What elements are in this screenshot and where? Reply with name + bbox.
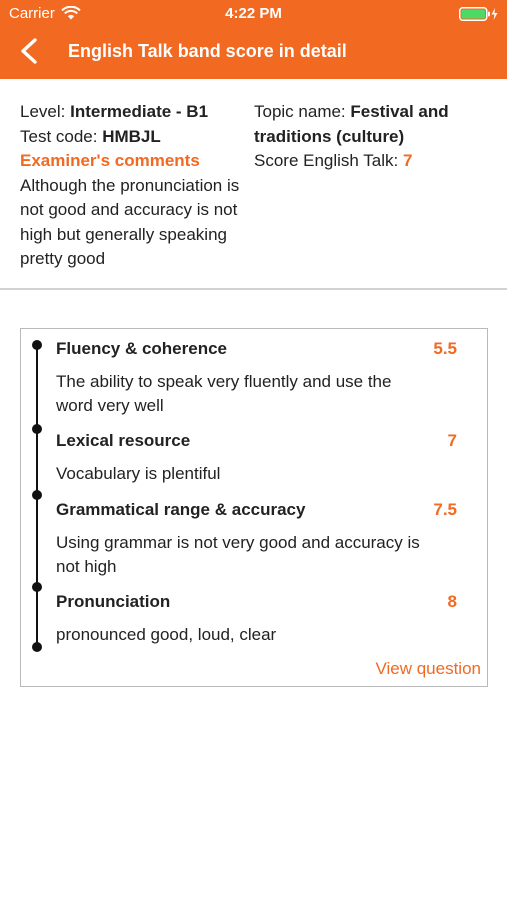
- criterion-description: Using grammar is not very good and accur…: [56, 533, 420, 576]
- timeline-dot: [32, 340, 42, 350]
- back-chevron-icon[interactable]: [18, 38, 42, 64]
- section-divider: [0, 288, 507, 290]
- status-bar: Carrier 4:22 PM: [0, 0, 507, 28]
- criterion-score: 5.5: [433, 339, 457, 358]
- level-row: Level: Intermediate - B1: [20, 100, 252, 125]
- criterion-score: 7.5: [433, 500, 457, 519]
- criterion-name: Fluency & coherence: [56, 339, 228, 358]
- score-row: Score English Talk: 7: [254, 149, 494, 174]
- criterion-description: pronounced good, loud, clear: [56, 625, 277, 644]
- timeline-dot: [32, 642, 42, 652]
- topic-label: Topic name:: [254, 102, 351, 121]
- view-question-link[interactable]: View question: [375, 659, 481, 679]
- examiner-comments-title: Examiner's comments: [20, 151, 200, 170]
- criterion-description: The ability to speak very fluently and u…: [56, 372, 392, 415]
- examiner-comment-text: Although the pronunciation is not good a…: [20, 175, 240, 269]
- test-info-right: Topic name: Festival and traditions (cul…: [254, 100, 494, 174]
- criterion-name: Pronunciation: [56, 592, 171, 611]
- timeline-dot: [32, 424, 42, 434]
- battery-icon: [459, 7, 498, 21]
- test-code-row: Test code: HMBJL: [20, 125, 252, 150]
- test-info-left: Level: Intermediate - B1 Test code: HMBJ…: [20, 100, 252, 272]
- level-label: Level:: [20, 102, 71, 121]
- page-title: English Talk band score in detail: [68, 41, 347, 61]
- criterion-name: Lexical resource: [56, 431, 191, 450]
- level-value: Intermediate - B1: [70, 102, 209, 121]
- test-code-label: Test code:: [20, 126, 103, 146]
- score-label: Score English Talk:: [254, 151, 403, 170]
- topic-row: Topic name: Festival and traditions (cul…: [254, 100, 494, 149]
- status-time: 4:22 PM: [225, 5, 282, 22]
- criterion-score: 7: [447, 431, 457, 450]
- score-value: 7: [402, 151, 413, 170]
- criterion-name: Grammatical range & accuracy: [56, 500, 306, 519]
- criterion-score: 8: [447, 592, 457, 611]
- criterion-description: Vocabulary is plentiful: [56, 464, 221, 483]
- timeline-dot: [32, 490, 42, 500]
- criteria-card: Fluency & coherence 5.5 The ability to s…: [20, 328, 488, 687]
- timeline-dot: [32, 582, 42, 592]
- test-code-value: HMBJL: [102, 126, 161, 146]
- app-header: Carrier 4:22 PM English Talk band score …: [0, 0, 507, 79]
